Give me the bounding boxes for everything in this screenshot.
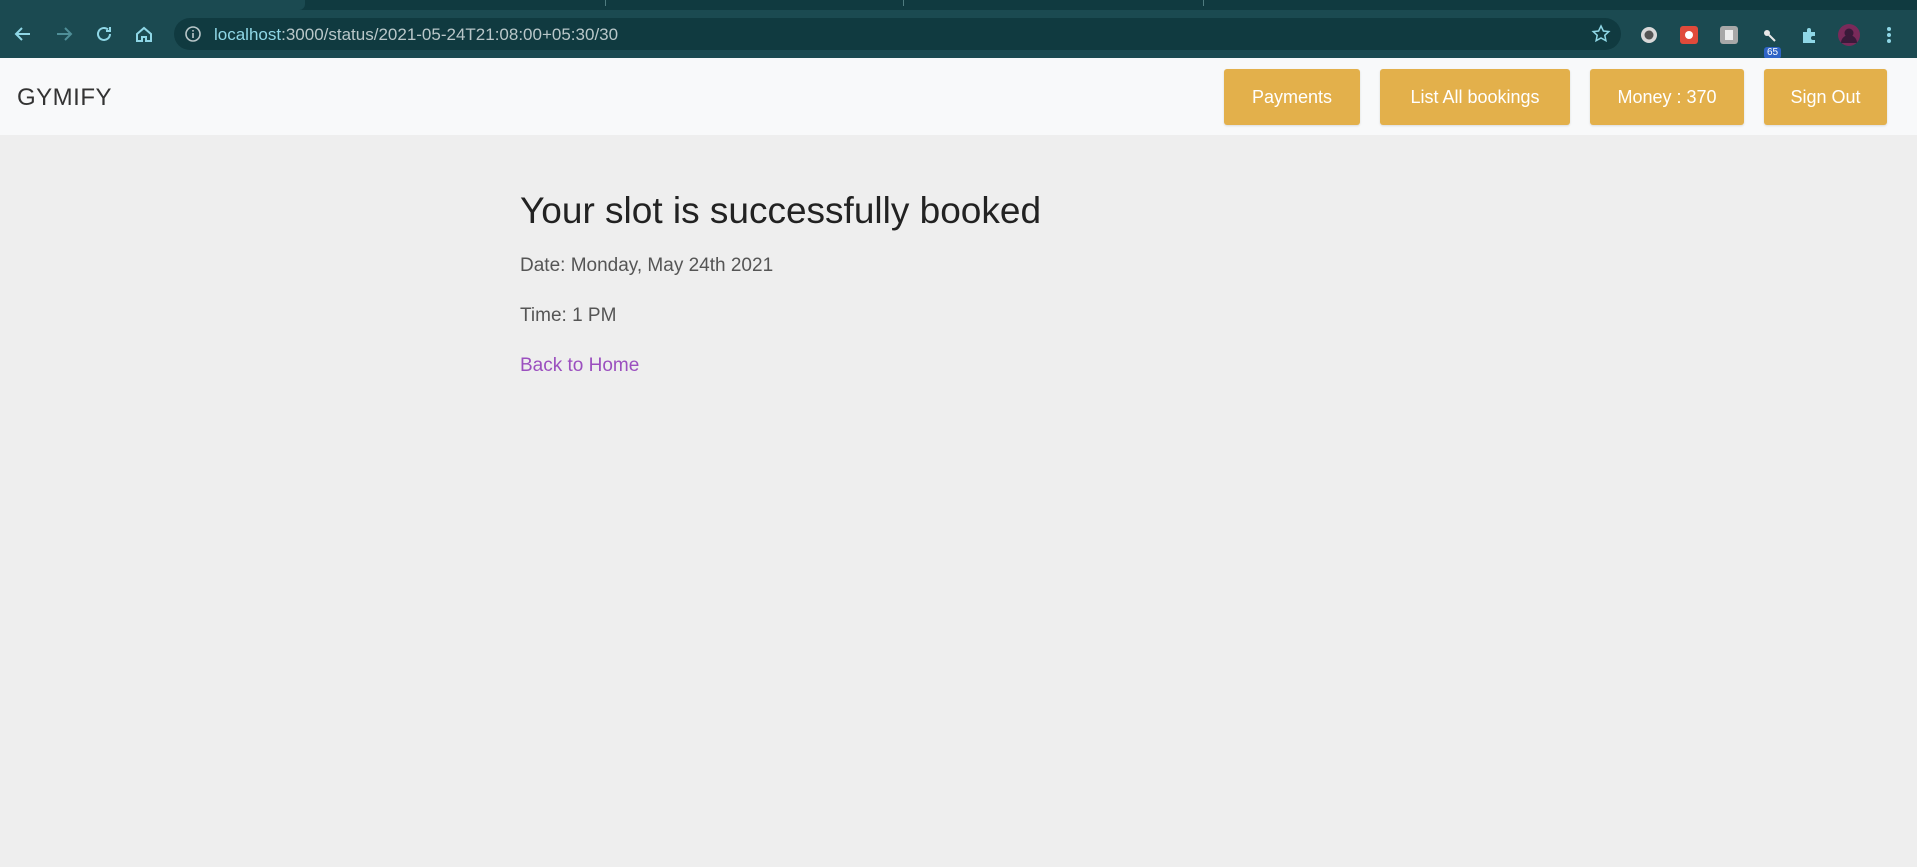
- bookmark-star-icon[interactable]: [1591, 24, 1611, 44]
- browser-menu-icon[interactable]: [1877, 23, 1901, 47]
- back-icon[interactable]: [10, 21, 36, 47]
- extensions-puzzle-icon[interactable]: [1797, 23, 1821, 47]
- list-all-bookings-button[interactable]: List All bookings: [1380, 69, 1570, 125]
- booking-time: Time: 1 PM: [520, 305, 617, 326]
- url-host: localhost: [214, 25, 282, 44]
- url-path: :3000/status/2021-05-24T21:08:00+05:30/3…: [281, 25, 619, 44]
- payments-button[interactable]: Payments: [1224, 69, 1360, 125]
- app-navbar: GYMIFY Payments List All bookings Money …: [0, 58, 1917, 135]
- booking-status-panel: Your slot is successfully booked Date: M…: [520, 190, 1042, 376]
- forward-icon[interactable]: [51, 21, 77, 47]
- browser-active-tab[interactable]: [0, 0, 305, 10]
- extension-counter-icon[interactable]: [1757, 23, 1781, 47]
- reload-icon[interactable]: [91, 21, 117, 47]
- profile-avatar[interactable]: [1837, 23, 1861, 47]
- extension-red-icon[interactable]: [1677, 23, 1701, 47]
- extension-record-icon[interactable]: [1637, 23, 1661, 47]
- page-title: Your slot is successfully booked: [520, 190, 1042, 231]
- extension-gray-icon[interactable]: [1717, 23, 1741, 47]
- booking-date: Date: Monday, May 24th 2021: [520, 255, 774, 276]
- tab-separator: [605, 0, 606, 6]
- browser-tabstrip: [0, 0, 1917, 10]
- tab-separator: [1203, 0, 1204, 6]
- sign-out-button[interactable]: Sign Out: [1764, 69, 1887, 125]
- brand-logo[interactable]: GYMIFY: [17, 84, 112, 112]
- browser-toolbar: localhost:3000/status/2021-05-24T21:08:0…: [0, 10, 1917, 59]
- home-icon[interactable]: [131, 21, 157, 47]
- url-text[interactable]: localhost:3000/status/2021-05-24T21:08:0…: [214, 25, 618, 45]
- site-info-icon[interactable]: [184, 25, 202, 43]
- address-bar[interactable]: localhost:3000/status/2021-05-24T21:08:0…: [174, 18, 1621, 50]
- tab-separator: [903, 0, 904, 6]
- money-button[interactable]: Money : 370: [1590, 69, 1744, 125]
- back-to-home-link[interactable]: Back to Home: [520, 355, 639, 377]
